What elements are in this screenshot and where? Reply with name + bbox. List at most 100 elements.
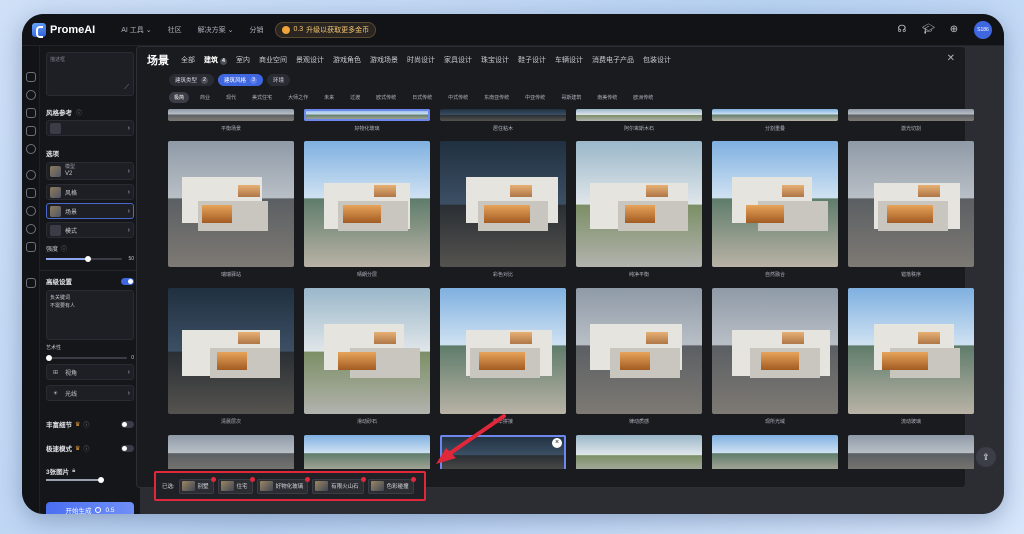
scene-card[interactable]: 错落秩序 xyxy=(848,141,974,278)
selected-chip[interactable]: 别墅 xyxy=(178,476,216,494)
team-icon[interactable] xyxy=(26,242,36,252)
share-icon[interactable]: ⇪ xyxy=(976,447,996,467)
scene-card[interactable]: 纯净平衡 xyxy=(576,141,702,278)
help-icon[interactable]: ⓘ xyxy=(83,444,89,453)
nav-distribution[interactable]: 分销 xyxy=(249,25,263,35)
upgrade-promo[interactable]: 0.3 升级以获取更多金币 xyxy=(275,21,377,38)
scene-card[interactable]: 滑动砂石 xyxy=(304,288,430,425)
scene-card[interactable]: 居住粘木 xyxy=(440,109,566,132)
style-chip[interactable]: 过渡 xyxy=(345,92,365,103)
tab-commercial[interactable]: 商业空间 xyxy=(259,55,287,65)
art-knob[interactable] xyxy=(46,355,52,361)
tab-shoes[interactable]: 鞋子设计 xyxy=(518,55,546,65)
style-chip[interactable]: 欧式传统 xyxy=(371,92,401,103)
style-ref-select[interactable]: › xyxy=(46,120,134,136)
mode-select[interactable]: 模式 › xyxy=(46,222,134,238)
style-chip[interactable]: 大师之作 xyxy=(283,92,313,103)
view-select[interactable]: ⊞ 视角 › xyxy=(46,364,134,380)
headset-icon[interactable]: ☊ xyxy=(896,24,908,36)
selected-chip[interactable]: 住宅 xyxy=(217,476,255,494)
scene-card[interactable]: 分割重叠 xyxy=(712,109,838,132)
tab-vehicle[interactable]: 车辆设计 xyxy=(555,55,583,65)
style-chip[interactable]: 美式住宅 xyxy=(247,92,277,103)
remove-icon[interactable] xyxy=(360,476,366,482)
help-icon[interactable]: ⓘ xyxy=(76,108,82,117)
deselect-icon[interactable]: × xyxy=(552,438,562,448)
description-input[interactable]: 描述框 ⟋ xyxy=(46,52,134,96)
scene-card[interactable]: 瑞瑞驿站 xyxy=(168,141,294,278)
magic-wand-icon[interactable]: ⟋ xyxy=(124,84,129,92)
scene-card[interactable]: 阿尔卑斯木石 xyxy=(576,109,702,132)
strength-slider[interactable] xyxy=(46,256,123,262)
tab-jewelry[interactable]: 珠宝设计 xyxy=(481,55,509,65)
scene-card[interactable]: 彩色对比 xyxy=(440,141,566,278)
remove-icon[interactable] xyxy=(305,476,311,482)
scene-card[interactable]: 现所光域 xyxy=(712,288,838,425)
tab-game-scene[interactable]: 游戏场景 xyxy=(370,55,398,65)
globe-icon[interactable]: ⊕ xyxy=(948,24,960,36)
style-chip[interactable]: 未来 xyxy=(319,92,339,103)
bell-icon[interactable] xyxy=(26,206,36,216)
strength-knob[interactable] xyxy=(85,256,92,262)
pill-environment[interactable]: 环境 xyxy=(267,74,291,86)
style-chip[interactable]: 现代 xyxy=(221,92,241,103)
generate-button[interactable]: 开始生成 0.5 xyxy=(46,502,134,514)
avatar[interactable]: S186 xyxy=(974,20,992,39)
scene-card[interactable]: 晴朗分层 xyxy=(304,141,430,278)
remove-icon[interactable] xyxy=(249,476,255,482)
style-chip[interactable]: 东南亚传统 xyxy=(479,92,514,103)
scene-card[interactable]: 流动玻璃 xyxy=(848,288,974,425)
tab-interior[interactable]: 室内 xyxy=(236,55,250,65)
bulb-icon[interactable] xyxy=(26,144,36,154)
scene-card[interactable] xyxy=(712,435,838,469)
scene-card[interactable]: 雾华拼接 xyxy=(440,288,566,425)
scene-card[interactable] xyxy=(168,435,294,469)
scene-card[interactable]: 自然融合 xyxy=(712,141,838,278)
scene-card[interactable]: 律动质感 xyxy=(576,288,702,425)
tab-game-character[interactable]: 游戏角色 xyxy=(333,55,361,65)
nav-community[interactable]: 社区 xyxy=(168,25,182,35)
tab-electronics[interactable]: 消费电子产品 xyxy=(592,55,634,65)
tab-furniture[interactable]: 家具设计 xyxy=(444,55,472,65)
rich-detail-toggle[interactable] xyxy=(121,420,134,428)
style-chip[interactable]: 商业 xyxy=(195,92,215,103)
pill-building-style[interactable]: 建筑风格 3 xyxy=(218,74,264,86)
tab-architecture[interactable]: 建筑 4 xyxy=(204,55,227,65)
image-count-knob[interactable] xyxy=(98,477,104,483)
plus-icon[interactable] xyxy=(26,90,36,100)
remove-icon[interactable] xyxy=(210,476,216,482)
help-icon[interactable]: ⓘ xyxy=(83,420,89,429)
home-icon[interactable] xyxy=(26,72,36,82)
scene-card[interactable]: 清晨层次 xyxy=(168,288,294,425)
selected-chip[interactable]: 色彩碰撞 xyxy=(367,476,416,494)
scene-card[interactable]: 平衡场景 xyxy=(168,109,294,132)
edit-icon[interactable] xyxy=(26,126,36,136)
nav-solutions[interactable]: 解决方案 ⌄ xyxy=(198,25,234,35)
tab-all[interactable]: 全部 xyxy=(181,55,195,65)
tab-landscape[interactable]: 景观设计 xyxy=(296,55,324,65)
user-icon[interactable] xyxy=(26,224,36,234)
style-chip[interactable]: 中式传统 xyxy=(443,92,473,103)
negative-prompt-input[interactable]: 负关键词 不需要有人 xyxy=(46,290,134,340)
style-chip[interactable]: 日式传统 xyxy=(407,92,437,103)
help-icon[interactable]: ⓘ xyxy=(61,244,67,253)
selected-chip[interactable]: 有限火山石 xyxy=(312,476,366,494)
image-icon[interactable] xyxy=(26,108,36,118)
settings-icon[interactable] xyxy=(26,188,36,198)
graduation-cap-icon[interactable]: 🎓︎ xyxy=(922,24,935,36)
scene-card[interactable] xyxy=(576,435,702,469)
logo[interactable]: PromeAI xyxy=(32,22,95,38)
style-chip[interactable]: 极简 xyxy=(169,92,190,103)
style-chip[interactable]: 南美传统 xyxy=(592,92,622,103)
compass-icon[interactable] xyxy=(26,170,36,180)
style-chip[interactable]: 哥斯建筑 xyxy=(556,92,586,103)
style-chip[interactable]: 欧洲传统 xyxy=(628,92,658,103)
shop-icon[interactable] xyxy=(26,278,36,288)
style-select[interactable]: 风格 › xyxy=(46,184,134,200)
fast-mode-toggle[interactable] xyxy=(121,444,134,452)
art-slider[interactable] xyxy=(46,355,128,361)
scene-card[interactable] xyxy=(848,435,974,469)
close-icon[interactable]: ✕ xyxy=(947,53,955,64)
scene-card[interactable]: 激光切割 xyxy=(848,109,974,132)
image-count-slider[interactable] xyxy=(46,477,104,483)
